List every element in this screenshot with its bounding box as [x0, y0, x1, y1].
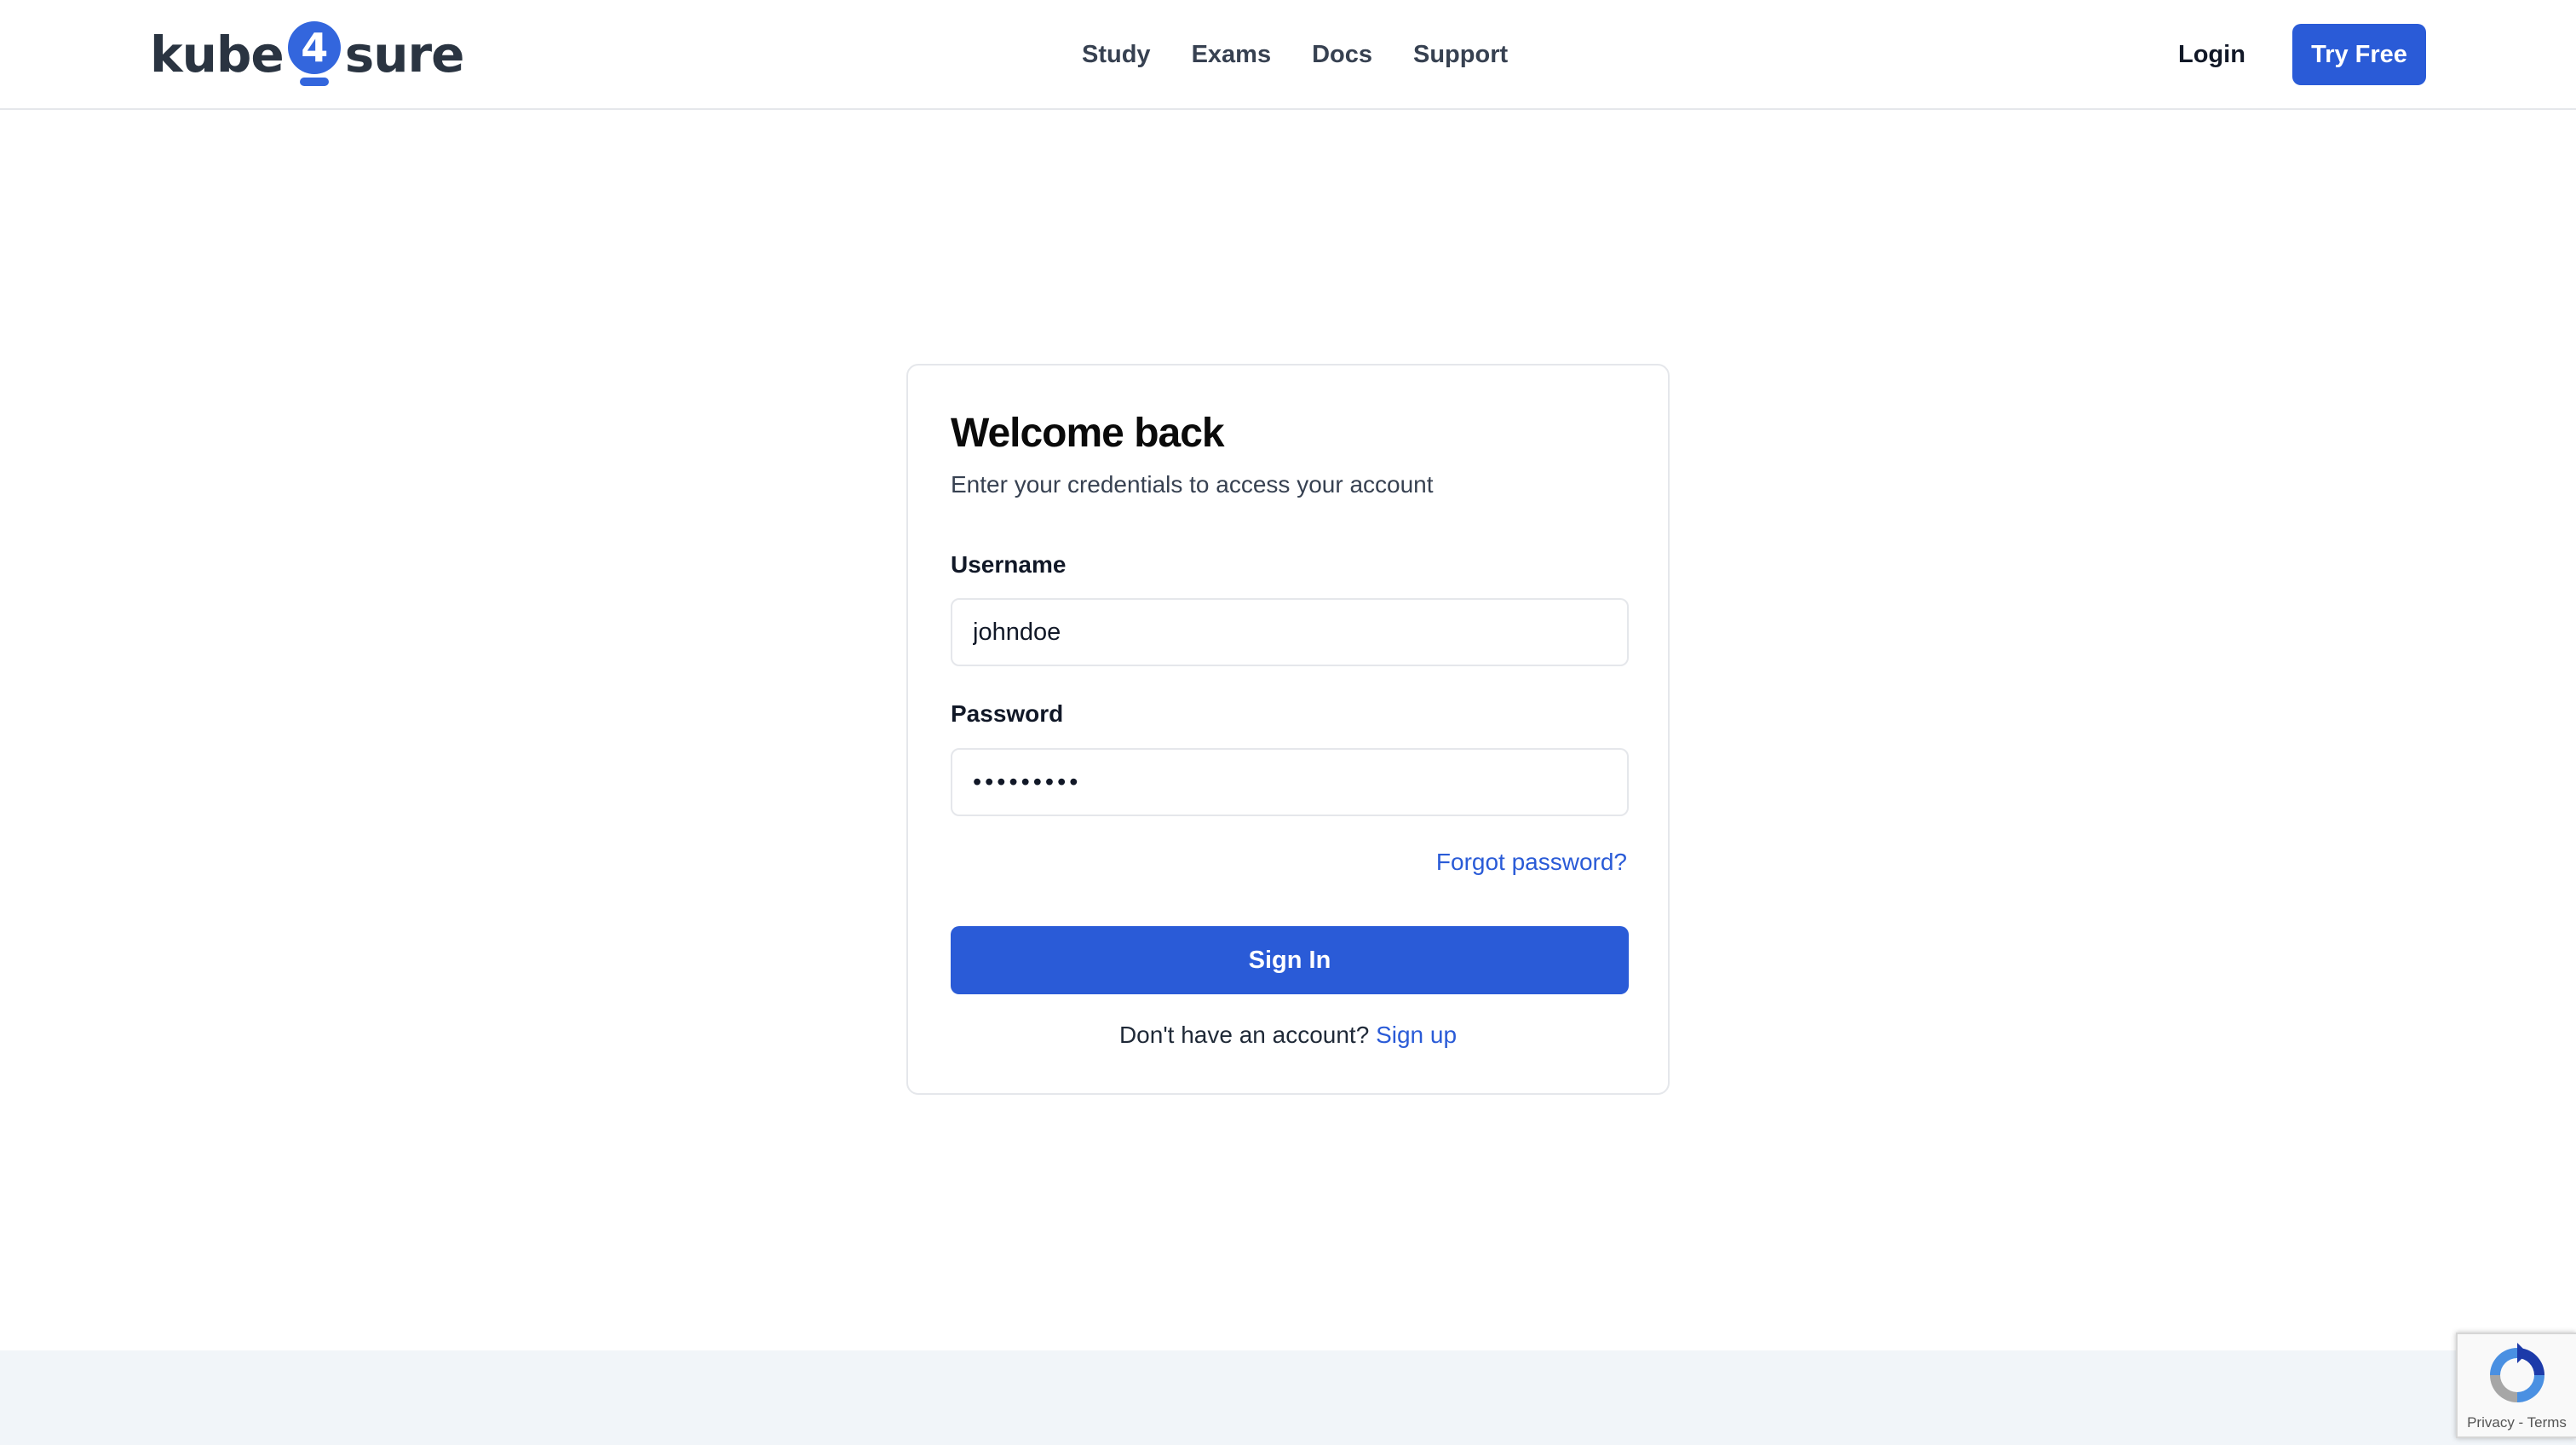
- password-label: Password: [951, 700, 1064, 727]
- page: kube 4 sure Study Exams Docs Support Log…: [0, 0, 2576, 1445]
- nav-support[interactable]: Support: [1413, 34, 1508, 75]
- login-link[interactable]: Login: [2178, 34, 2245, 75]
- footer: [0, 1350, 2576, 1445]
- recaptcha-icon: [2490, 1343, 2544, 1402]
- nav-exams[interactable]: Exams: [1192, 34, 1272, 75]
- logo-badge-number: 4: [287, 21, 341, 74]
- main-nav: Study Exams Docs Support: [1082, 34, 1508, 75]
- nav-docs[interactable]: Docs: [1312, 34, 1372, 75]
- logo-badge-icon: 4: [287, 21, 342, 88]
- login-card: Welcome back Enter your credentials to a…: [906, 364, 1670, 1095]
- site-header: kube 4 sure Study Exams Docs Support Log…: [0, 0, 2576, 110]
- try-free-button[interactable]: Try Free: [2292, 24, 2426, 85]
- logo-text-left: kube: [150, 26, 285, 83]
- signup-row: Don't have an account? Sign up: [908, 1022, 1668, 1049]
- username-input[interactable]: [951, 598, 1629, 666]
- recaptcha-privacy-terms[interactable]: Privacy - Terms: [2458, 1414, 2576, 1431]
- sign-in-button[interactable]: Sign In: [951, 926, 1629, 994]
- logo[interactable]: kube 4 sure: [150, 20, 465, 89]
- forgot-password-link[interactable]: Forgot password?: [1436, 849, 1627, 876]
- logo-text-right: sure: [344, 26, 465, 83]
- username-label: Username: [951, 551, 1067, 578]
- page-title: Welcome back: [951, 411, 1225, 456]
- page-subtitle: Enter your credentials to access your ac…: [951, 471, 1434, 498]
- password-input[interactable]: [951, 748, 1629, 816]
- sign-up-link[interactable]: Sign up: [1376, 1022, 1457, 1048]
- signup-prompt: Don't have an account?: [1118, 1022, 1370, 1048]
- nav-study[interactable]: Study: [1082, 34, 1151, 75]
- recaptcha-badge[interactable]: Privacy - Terms: [2456, 1333, 2576, 1438]
- logo-badge-base: [299, 78, 329, 86]
